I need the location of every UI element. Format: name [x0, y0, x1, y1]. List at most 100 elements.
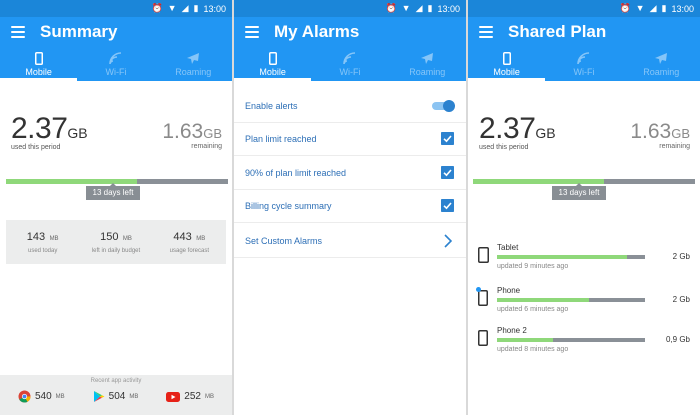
- battery-icon: ▮: [661, 3, 667, 13]
- remaining-amount: 1.63GB remaining: [630, 120, 690, 150]
- tab-wifi[interactable]: Wi-Fi: [545, 49, 622, 81]
- usage-progress-bar: [473, 179, 695, 184]
- menu-icon[interactable]: [11, 26, 25, 38]
- tab-bar: Mobile Wi-Fi Roaming: [234, 49, 466, 81]
- tab-mobile[interactable]: Mobile: [468, 49, 546, 81]
- days-left-badge: 13 days left: [552, 183, 606, 200]
- device-usage-bar: [497, 338, 645, 342]
- checkbox-checked-icon[interactable]: [441, 132, 454, 145]
- recent-app-activity: Recent app activity 540 MB 504 MB 252 MB: [0, 375, 232, 415]
- summary-screen: ⏰ ▼ ◢ ▮ 13:00 Summary Mobile Wi-Fi Roami…: [0, 0, 232, 415]
- checkbox-checked-icon[interactable]: [441, 199, 454, 212]
- app-usage-youtube[interactable]: 252 MB: [166, 390, 214, 403]
- tab-wifi[interactable]: Wi-Fi: [311, 49, 388, 81]
- app-usage-play-store[interactable]: 504 MB: [93, 390, 138, 403]
- app-bar: My Alarms Mobile Wi-Fi Roaming: [234, 17, 466, 81]
- usage-progress-fill: [473, 179, 604, 184]
- page-title: My Alarms: [274, 22, 360, 41]
- alarm-billing-cycle-row[interactable]: Billing cycle summary: [234, 189, 466, 223]
- alarms-screen: ⏰ ▼ ◢ ▮ 13:00 My Alarms Mobile Wi-Fi Roa…: [234, 0, 466, 415]
- active-device-indicator: [476, 287, 481, 292]
- wifi-signal-icon: ▼: [167, 3, 177, 13]
- airplane-icon: [187, 53, 200, 64]
- battery-icon: ▮: [427, 3, 433, 13]
- phone-icon: [478, 290, 488, 306]
- chevron-right-icon: [444, 234, 452, 248]
- status-time: 13:00: [671, 3, 694, 14]
- page-title: Shared Plan: [508, 22, 607, 41]
- alarm-label: Billing cycle summary: [245, 200, 332, 211]
- status-time: 13:00: [203, 3, 226, 14]
- usage-summary: 2.37GB used this period 1.63GB remaining: [11, 112, 222, 162]
- app-bar: Shared Plan Mobile Wi-Fi Roaming: [468, 17, 700, 81]
- cell-signal-icon: ◢: [181, 3, 189, 13]
- device-usage-bar: [497, 298, 645, 302]
- checkbox-checked-icon[interactable]: [441, 166, 454, 179]
- alarm-icon: ⏰: [619, 3, 631, 13]
- battery-icon: ▮: [193, 3, 199, 13]
- youtube-icon: [166, 391, 181, 402]
- remaining-amount: 1.63GB remaining: [162, 120, 222, 150]
- alarm-label: Plan limit reached: [245, 133, 317, 144]
- tab-roaming[interactable]: Roaming: [389, 49, 466, 81]
- play-store-icon: [93, 391, 105, 402]
- tab-mobile[interactable]: Mobile: [234, 49, 312, 81]
- stat-daily-budget: 150 MB left in daily budget: [91, 231, 141, 254]
- device-usage-bar: [497, 255, 645, 259]
- status-bar: ⏰ ▼ ◢ ▮ 13:00: [234, 0, 466, 17]
- mobile-icon: [268, 52, 277, 65]
- cell-signal-icon: ◢: [649, 3, 657, 13]
- wifi-icon: [577, 52, 590, 65]
- tab-wifi[interactable]: Wi-Fi: [77, 49, 154, 81]
- tablet-icon: [478, 247, 489, 263]
- usage-progress-fill: [6, 179, 137, 184]
- status-bar: ⏰ ▼ ◢ ▮ 13:00: [0, 0, 232, 17]
- used-amount: 2.37GB used this period: [479, 112, 556, 151]
- alarm-label: 90% of plan limit reached: [245, 167, 347, 178]
- alarm-icon: ⏰: [385, 3, 397, 13]
- set-custom-alarms-row[interactable]: Set Custom Alarms: [234, 224, 466, 258]
- tab-roaming[interactable]: Roaming: [155, 49, 232, 81]
- tab-roaming[interactable]: Roaming: [623, 49, 700, 81]
- page-title: Summary: [40, 22, 118, 41]
- mobile-icon: [34, 52, 43, 65]
- alarm-90-percent-row[interactable]: 90% of plan limit reached: [234, 156, 466, 190]
- status-time: 13:00: [437, 3, 460, 14]
- tab-mobile[interactable]: Mobile: [0, 49, 78, 81]
- device-phone-2[interactable]: Phone 2 updated 8 minutes ago 0,9 Gb: [478, 326, 690, 366]
- menu-icon[interactable]: [479, 26, 493, 38]
- menu-icon[interactable]: [245, 26, 259, 38]
- device-tablet[interactable]: Tablet updated 9 minutes ago 2 Gb: [478, 243, 690, 283]
- phone-icon: [478, 330, 488, 346]
- app-usage-chrome[interactable]: 540 MB: [18, 390, 65, 403]
- shared-plan-screen: ⏰ ▼ ◢ ▮ 13:00 Shared Plan Mobile Wi-Fi R…: [468, 0, 700, 415]
- stat-used-today: 143 MB used today: [26, 231, 59, 254]
- enable-alerts-row[interactable]: Enable alerts: [234, 89, 466, 123]
- recent-activity-heading: Recent app activity: [90, 378, 142, 384]
- airplane-icon: [421, 53, 434, 64]
- usage-progress-bar: [6, 179, 228, 184]
- device-phone[interactable]: Phone updated 6 minutes ago 2 Gb: [476, 286, 690, 326]
- daily-stats: 143 MB used today 150 MB left in daily b…: [6, 220, 226, 264]
- enable-alerts-toggle[interactable]: [432, 99, 455, 112]
- tab-bar: Mobile Wi-Fi Roaming: [468, 49, 700, 81]
- alarm-icon: ⏰: [151, 3, 163, 13]
- chrome-icon: [18, 390, 31, 403]
- wifi-icon: [109, 52, 122, 65]
- wifi-icon: [343, 52, 356, 65]
- app-bar: Summary Mobile Wi-Fi Roaming: [0, 17, 232, 81]
- cell-signal-icon: ◢: [415, 3, 423, 13]
- enable-alerts-label: Enable alerts: [245, 100, 298, 111]
- mobile-icon: [502, 52, 511, 65]
- alarm-plan-limit-row[interactable]: Plan limit reached: [234, 122, 466, 156]
- wifi-signal-icon: ▼: [401, 3, 411, 13]
- usage-summary: 2.37GB used this period 1.63GB remaining: [479, 112, 690, 162]
- airplane-icon: [655, 53, 668, 64]
- set-custom-alarms-label: Set Custom Alarms: [245, 235, 323, 246]
- wifi-signal-icon: ▼: [635, 3, 645, 13]
- days-left-badge: 13 days left: [86, 183, 140, 200]
- stat-usage-forecast: 443 MB usage forecast: [169, 231, 209, 254]
- tab-bar: Mobile Wi-Fi Roaming: [0, 49, 232, 81]
- used-amount: 2.37GB used this period: [11, 112, 88, 151]
- status-bar: ⏰ ▼ ◢ ▮ 13:00: [468, 0, 700, 17]
